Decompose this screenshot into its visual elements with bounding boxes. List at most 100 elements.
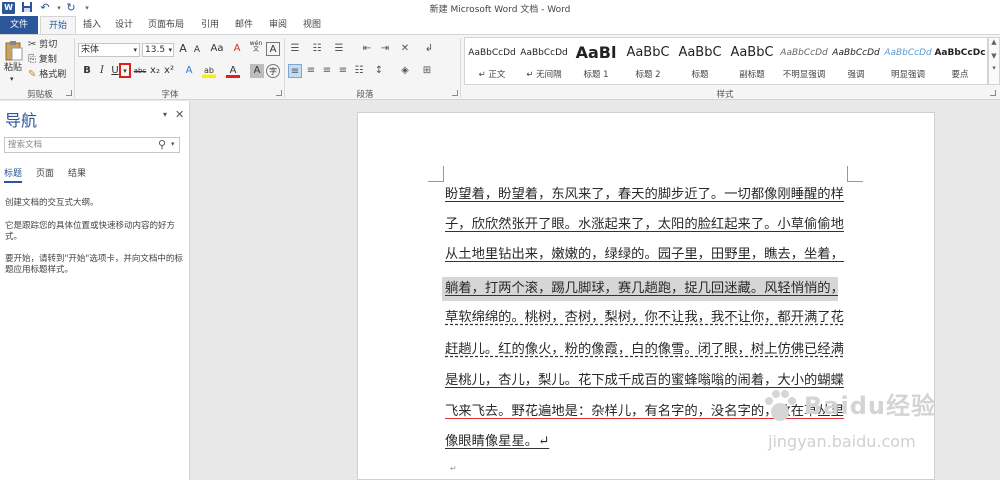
body-line[interactable]: 像眼睛像星星。↵	[445, 432, 565, 452]
body-line[interactable]: 草软绵绵的。桃树，杏树，梨树，你不让我，我不让你，都开满了花	[445, 308, 845, 328]
shading-icon[interactable]: ◈	[398, 64, 412, 78]
clipboard-group-label: 剪贴板	[27, 90, 53, 100]
tab-design[interactable]: 设计	[110, 16, 138, 34]
tab-insert[interactable]: 插入	[78, 16, 106, 34]
underline-dropdown-icon[interactable]: ▾	[119, 63, 131, 78]
show-marks-icon[interactable]: ↲	[422, 42, 436, 56]
copy-button[interactable]: ⎘ 复制	[28, 53, 57, 67]
align-left-icon[interactable]: ≡	[288, 64, 302, 78]
tab-home[interactable]: 开始	[40, 16, 76, 34]
style-heading-2[interactable]: AaBbC 标题 2	[622, 38, 674, 84]
style-name: ↵ 无间隔	[526, 70, 562, 80]
asian-layout-icon[interactable]: ✕	[398, 42, 412, 56]
tab-file[interactable]: 文件	[0, 16, 38, 34]
superscript-icon[interactable]: x²	[162, 64, 176, 78]
decrease-indent-icon[interactable]: ⇤	[360, 42, 374, 56]
style-subtitle[interactable]: AaBbC 副标题	[726, 38, 778, 84]
shrink-font-icon[interactable]: A	[190, 43, 204, 57]
styles-launcher-icon[interactable]	[990, 90, 996, 96]
justify-icon[interactable]: ≡	[336, 64, 350, 78]
font-size-combo[interactable]: 13.5 ▾	[142, 43, 174, 57]
paragraph-launcher-icon[interactable]	[452, 90, 458, 96]
paste-button[interactable]: 粘贴	[4, 62, 22, 75]
crop-mark	[847, 166, 863, 182]
search-dropdown-icon[interactable]: ▾	[171, 140, 175, 148]
body-line-selected[interactable]: 躺着，打两个滚，踢几脚球，赛几趟跑，捉几回迷藏。风轻悄悄的，	[442, 277, 838, 301]
font-color-icon[interactable]: A	[226, 64, 240, 78]
nav-tab-results[interactable]: 结果	[68, 166, 86, 179]
style-preview: AaBbC	[730, 45, 774, 60]
group-divider	[284, 38, 285, 98]
numbering-icon[interactable]: ☷	[310, 42, 324, 56]
bold-icon[interactable]: B	[80, 64, 94, 78]
align-center-icon[interactable]: ≡	[304, 64, 318, 78]
borders-icon[interactable]: ⊞	[420, 64, 434, 78]
gallery-more-icon[interactable]: ▾	[989, 64, 999, 72]
nav-tab-pages[interactable]: 页面	[36, 166, 54, 179]
body-line[interactable]: 子，欣欣然张开了眼。水涨起来了，太阳的脸红起来了。小草偷偷地	[445, 215, 845, 235]
tab-review[interactable]: 审阅	[264, 16, 292, 34]
style-name: 副标题	[739, 70, 765, 80]
distributed-icon[interactable]: ☷	[352, 64, 366, 78]
line-spacing-icon[interactable]: ↕	[372, 64, 386, 78]
body-line[interactable]: 赶趟儿。红的像火，粉的像霞，白的像雪。闭了眼，树上仿佛已经满	[445, 340, 845, 360]
search-placeholder: 搜索文档	[8, 140, 43, 150]
style-normal[interactable]: AaBbCcDd ↵ 正文	[466, 38, 518, 84]
paste-icon[interactable]	[4, 40, 24, 62]
nav-options-icon[interactable]: ▾	[163, 110, 167, 119]
watermark: Baidu经验 jingyan.baidu.com	[760, 378, 980, 458]
font-launcher-icon[interactable]	[276, 90, 282, 96]
italic-icon[interactable]: I	[95, 64, 109, 78]
cut-button[interactable]: ✂ 剪切	[28, 38, 57, 52]
style-intense-emphasis[interactable]: AaBbCcDd 明显强调	[882, 38, 934, 84]
scroll-up-icon[interactable]: ▲	[989, 38, 999, 46]
paragraph-mark-icon: ↵	[450, 464, 457, 473]
style-preview: AaBl	[575, 43, 617, 62]
tab-mailings[interactable]: 邮件	[230, 16, 258, 34]
bullets-icon[interactable]: ☰	[288, 42, 302, 56]
highlight-icon[interactable]: ab	[202, 64, 216, 78]
style-name: ↵ 正文	[478, 70, 506, 80]
close-icon[interactable]: ✕	[175, 108, 184, 121]
tab-references[interactable]: 引用	[196, 16, 224, 34]
clipboard-launcher-icon[interactable]	[66, 90, 72, 96]
style-title[interactable]: AaBbC 标题	[674, 38, 726, 84]
search-icon[interactable]: ⚲	[158, 138, 166, 151]
subscript-icon[interactable]: x₂	[148, 64, 162, 78]
font-group-label: 字体	[161, 90, 179, 100]
nav-search-input[interactable]: 搜索文档	[4, 137, 180, 153]
tab-page-layout[interactable]: 页面布局	[144, 16, 188, 34]
window-title: 新建 Microsoft Word 文档 - Word	[429, 5, 571, 15]
change-case-icon[interactable]: Aa	[208, 42, 226, 56]
style-subtle-emphasis[interactable]: AaBbCcDd 不明显强调	[778, 38, 830, 84]
enclose-char-icon[interactable]: 字	[266, 64, 280, 78]
style-no-spacing[interactable]: AaBbCcDd ↵ 无间隔	[518, 38, 570, 84]
format-painter-button[interactable]: ✎ 格式刷	[28, 68, 66, 82]
increase-indent-icon[interactable]: ⇥	[378, 42, 392, 56]
nav-message: 它是跟踪您的具体位置或快速移动内容的好方式。	[5, 221, 176, 242]
body-line[interactable]: 从土地里钻出来，嫩嫩的，绿绿的。园子里，田野里，瞧去，坐着，	[445, 245, 845, 265]
style-name: 强调	[847, 70, 865, 80]
tab-view[interactable]: 视图	[298, 16, 326, 34]
style-heading-1[interactable]: AaBl 标题 1	[570, 38, 622, 84]
paste-dropdown-icon[interactable]: ▾	[10, 75, 14, 83]
watermark-url: jingyan.baidu.com	[768, 432, 916, 451]
font-name-combo[interactable]: 宋体 ▾	[78, 43, 140, 57]
style-emphasis[interactable]: AaBbCcDd 强调	[830, 38, 882, 84]
text-effects-icon[interactable]: A	[182, 64, 196, 78]
phonetic-guide-icon[interactable]: wén 文	[248, 41, 264, 55]
style-strong[interactable]: AaBbCcDc 要点	[934, 38, 986, 84]
multilevel-list-icon[interactable]: ☰	[332, 42, 346, 56]
gallery-scroll[interactable]: ▲ ▼ ▾	[988, 37, 1000, 85]
char-shading-icon[interactable]: A	[250, 64, 264, 78]
style-name: 标题 2	[635, 70, 661, 80]
nav-tab-headings[interactable]: 标题	[4, 166, 23, 183]
clear-format-icon[interactable]: A	[230, 42, 244, 56]
grow-font-icon[interactable]: A	[176, 42, 190, 56]
strikethrough-icon[interactable]: abc	[132, 64, 148, 78]
style-preview: AaBbCcDd	[832, 48, 880, 58]
body-line[interactable]: 盼望着，盼望着，东风来了，春天的脚步近了。一切都像刚睡醒的样	[445, 185, 845, 205]
scroll-down-icon[interactable]: ▼	[989, 52, 999, 60]
align-right-icon[interactable]: ≡	[320, 64, 334, 78]
char-border-icon[interactable]: A	[266, 42, 280, 56]
